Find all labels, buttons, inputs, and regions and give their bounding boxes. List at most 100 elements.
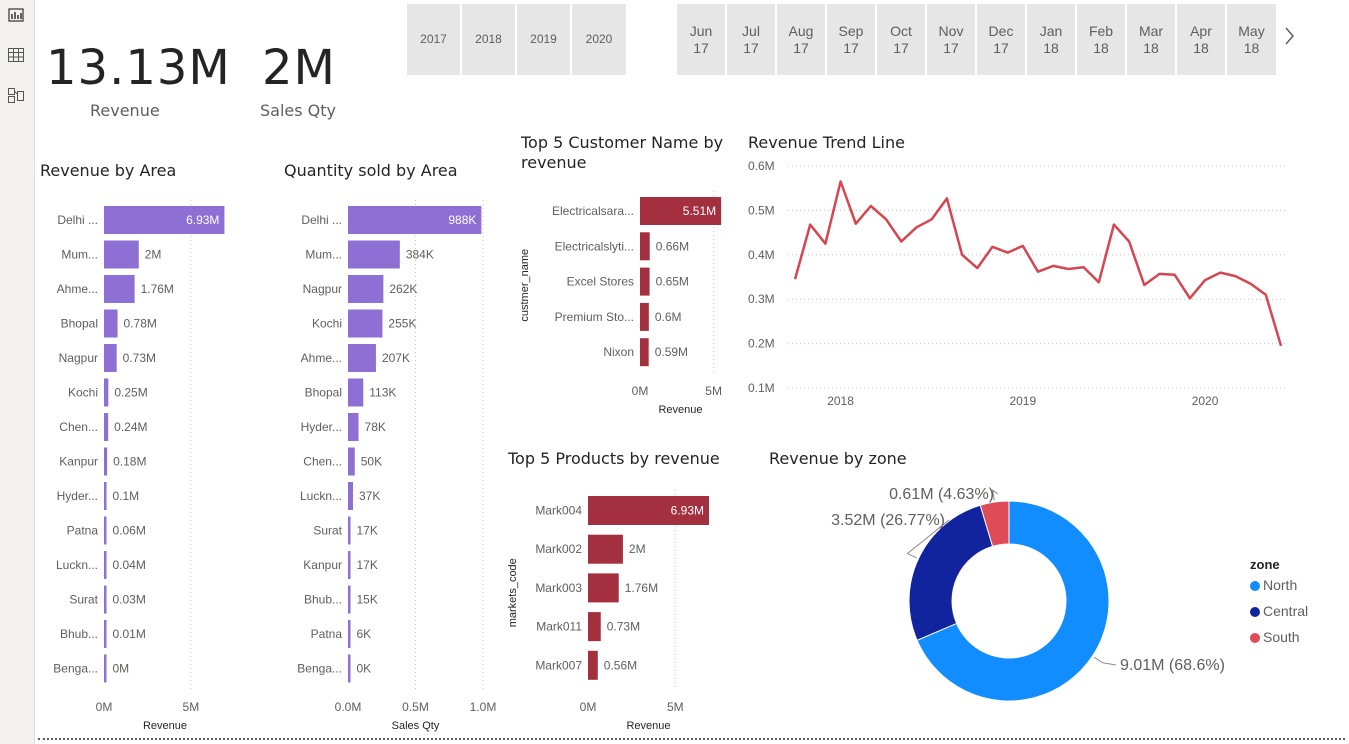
category-label: Chen... [59,420,98,434]
bar [640,267,650,296]
bar [104,309,118,338]
bar [104,516,107,545]
data-view-icon[interactable] [6,46,26,64]
month-button[interactable]: Apr 18 [1177,4,1225,75]
bar [640,302,649,331]
chevron-right-icon[interactable] [1282,26,1296,46]
category-label: Mark004 [535,504,582,518]
data-label: 0M [113,662,130,676]
top-products-chart: 0M 5M Revenue markets_code Mark004 6.93M Mark0… [507,490,709,732]
slice-data-label: 9.01M (68.6%) [1120,657,1225,674]
x-tick-label: 2019 [1009,394,1036,408]
category-label: Electricalslyti... [555,239,634,253]
x-tick-label: 0.5M [402,700,429,714]
legend-label: North [1263,577,1298,593]
legend-item-central[interactable]: Central [1250,603,1308,619]
model-view-icon[interactable] [6,86,26,104]
category-label: Hyder... [301,420,342,434]
data-label: 0.24M [114,420,147,434]
month-button[interactable]: May 18 [1227,4,1276,75]
bar [348,344,376,372]
data-label: 0.04M [113,558,146,572]
bar [104,654,107,683]
month-button[interactable]: Oct 17 [877,4,925,75]
bar [104,240,139,269]
data-label: 6K [357,627,372,641]
data-label: 0.59M [655,345,688,359]
bar [104,378,109,407]
top-customers-chart: 0M 5MRevenue custmer_name Electricalsara...… [519,191,722,416]
bar [104,344,117,372]
bar [348,275,384,303]
x-tick-label: 0M [632,384,649,398]
data-label: 0.56M [604,658,637,672]
category-label: Luckn... [56,558,98,572]
year-button-2020[interactable]: 2020 [572,4,626,75]
month-button[interactable]: Dec 17 [977,4,1025,75]
bar [104,551,107,579]
category-label: Hyder... [57,489,98,503]
bar [348,585,351,614]
bar [348,551,351,579]
data-label: 255K [388,317,416,331]
data-label: 0.78M [124,317,157,331]
report-view-icon[interactable] [6,6,26,24]
year-button-2018[interactable]: 2018 [462,4,515,75]
month-button[interactable]: Jun 17 [677,4,725,75]
year-button-2017[interactable]: 2017 [407,4,460,75]
data-label: 2M [145,248,162,262]
data-label: 50K [361,455,382,469]
data-label: 37K [359,489,380,503]
category-label: Benga... [53,662,98,676]
category-label: Bhopal [61,317,98,331]
month-button[interactable]: Feb 18 [1077,4,1125,75]
year-button-2019[interactable]: 2019 [517,4,570,75]
bar [640,338,649,367]
left-nav-rail [0,0,35,744]
month-button[interactable]: Nov 17 [927,4,975,75]
x-axis-title: Revenue [143,720,187,732]
bar [104,413,109,441]
category-label: Chen... [303,455,342,469]
central-dot-icon [1250,607,1260,617]
data-label: 0K [357,662,372,676]
y-tick-label: 0.6M [748,159,775,173]
revenue-by-area-title: Revenue by Area [40,161,177,180]
data-label: 207K [382,351,410,365]
category-label: Nixon [603,345,634,359]
data-label: 262K [389,282,417,296]
category-label: Ahme... [301,351,342,365]
data-label: 1.76M [141,282,174,296]
data-label: 17K [357,558,378,572]
data-label: 6.93M [671,504,704,518]
month-button[interactable]: Jan 18 [1027,4,1075,75]
category-label: Delhi ... [57,213,98,227]
category-label: Benga... [297,662,342,676]
revenue-kpi-value: 13.13M [46,40,231,96]
month-button[interactable]: Jul 17 [727,4,775,75]
x-tick-label: 5M [667,700,684,714]
category-label: Nagpur [59,351,98,365]
month-button[interactable]: Aug 17 [777,4,825,75]
x-axis-title: Revenue [626,720,670,732]
month-button[interactable]: Mar 18 [1127,4,1175,75]
y-tick-label: 0.5M [748,203,775,217]
data-label: 0.65M [656,275,689,289]
bar [588,650,598,680]
south-dot-icon [1250,633,1260,643]
legend-item-north[interactable]: North [1250,577,1297,593]
bar [348,309,383,338]
legend-item-south[interactable]: South [1250,629,1300,645]
leader-line [1093,656,1117,666]
data-label: 1.76M [625,581,658,595]
x-tick-label: 0M [96,700,113,714]
bar [348,620,351,648]
x-tick-label: 1.0M [470,700,497,714]
month-button[interactable]: Sep 17 [827,4,875,75]
slice-data-label: 3.52M (26.77%) [831,512,945,529]
bar [348,447,355,476]
category-label: Kanpur [303,558,342,572]
bar [588,534,623,564]
north-dot-icon [1250,581,1260,591]
data-label: 0.03M [113,593,146,607]
